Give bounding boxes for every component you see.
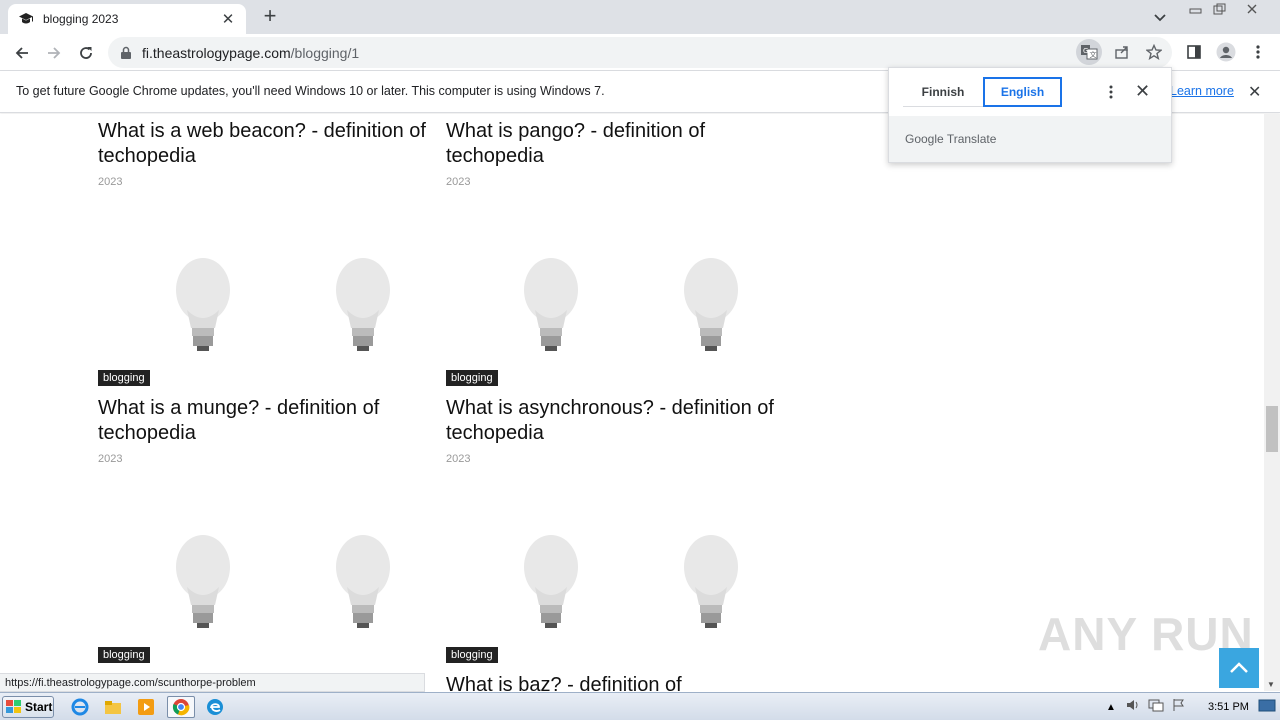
- chevron-up-icon: [1230, 662, 1248, 673]
- lightbulbs-image[interactable]: [521, 531, 741, 631]
- lock-icon[interactable]: [120, 46, 134, 60]
- profile-avatar-icon[interactable]: [1213, 39, 1239, 65]
- tab-close-icon[interactable]: ✕: [220, 10, 236, 28]
- restore-icon[interactable]: [1208, 1, 1232, 17]
- article-title[interactable]: What is a munge? - definition of techope…: [98, 396, 443, 446]
- infobar-message: To get future Google Chrome updates, you…: [16, 84, 605, 98]
- translate-popup: Finnish English ✕ Google Translate: [888, 67, 1172, 163]
- article-card[interactable]: blogging What is baz? - definition of: [446, 531, 791, 691]
- menu-kebab-icon[interactable]: [1245, 39, 1271, 65]
- category-badge[interactable]: blogging: [98, 647, 150, 663]
- tab-finnish[interactable]: Finnish: [903, 77, 983, 107]
- article-title[interactable]: What is a web beacon? - definition of te…: [98, 119, 443, 169]
- reload-icon[interactable]: [73, 40, 99, 66]
- browser-toolbar: fi.theastrologypage.com/blogging/1 G文: [0, 34, 1280, 71]
- article-card[interactable]: blogging: [98, 531, 443, 663]
- forward-arrow-icon[interactable]: [41, 40, 67, 66]
- close-window-icon[interactable]: [1232, 1, 1272, 17]
- edge-icon[interactable]: [203, 696, 227, 718]
- browser-tab[interactable]: blogging 2023 ✕: [8, 4, 246, 34]
- article-title[interactable]: What is baz? - definition of: [446, 673, 791, 691]
- lightbulbs-image[interactable]: [173, 531, 393, 631]
- article-card[interactable]: blogging What is asynchronous? - definit…: [446, 254, 791, 465]
- taskbar-clock[interactable]: 3:51 PM: [1208, 701, 1249, 713]
- side-panel-icon[interactable]: [1181, 39, 1207, 65]
- page-scrollbar[interactable]: ▼: [1264, 114, 1280, 691]
- svg-text:G: G: [1083, 47, 1088, 55]
- status-bar-url: https://fi.theastrologypage.com/scunthor…: [0, 673, 425, 692]
- new-tab-button[interactable]: +: [258, 5, 282, 29]
- scrollbar-thumb[interactable]: [1266, 406, 1278, 452]
- action-center-flag-icon[interactable]: [1172, 698, 1186, 717]
- back-to-top-button[interactable]: [1219, 648, 1259, 688]
- article-year: 2023: [446, 176, 471, 188]
- share-icon[interactable]: [1109, 39, 1135, 65]
- lightbulbs-image[interactable]: [173, 254, 393, 354]
- article-title[interactable]: What is pango? - definition of techopedi…: [446, 119, 791, 169]
- start-label: Start: [25, 700, 53, 714]
- translate-icon[interactable]: G文: [1076, 39, 1102, 65]
- lightbulbs-image[interactable]: [521, 254, 741, 354]
- article-year: 2023: [446, 453, 471, 465]
- show-desktop-icon[interactable]: [1258, 698, 1276, 716]
- tab-search-icon[interactable]: [1150, 7, 1170, 27]
- translate-close-icon[interactable]: ✕: [1135, 81, 1150, 102]
- windows-logo-icon: [6, 700, 21, 713]
- network-icon[interactable]: [1148, 698, 1164, 717]
- category-badge[interactable]: blogging: [446, 647, 498, 663]
- article-title[interactable]: What is asynchronous? - definition of te…: [446, 396, 791, 446]
- translate-footer: Google Translate: [889, 116, 1171, 162]
- back-arrow-icon[interactable]: [9, 40, 35, 66]
- tray-expand-icon[interactable]: ▲: [1106, 702, 1116, 713]
- tab-english[interactable]: English: [983, 77, 1062, 107]
- language-tabs: Finnish English: [903, 77, 1062, 107]
- windows-taskbar: Start ▲ 3:51 PM: [0, 692, 1280, 720]
- article-year: 2023: [98, 176, 123, 188]
- article-year: 2023: [98, 453, 123, 465]
- learn-more-link[interactable]: Learn more: [1170, 84, 1234, 98]
- system-tray: ▲: [1106, 697, 1186, 717]
- page-content: What is a web beacon? - definition of te…: [0, 114, 1264, 691]
- bookmark-star-icon[interactable]: [1141, 39, 1167, 65]
- start-button[interactable]: Start: [2, 696, 54, 718]
- internet-explorer-icon[interactable]: [68, 696, 92, 718]
- category-badge[interactable]: blogging: [446, 370, 498, 386]
- url-text: fi.theastrologypage.com/blogging/1: [142, 44, 360, 61]
- svg-text:文: 文: [1090, 50, 1097, 59]
- scroll-down-arrow-icon[interactable]: ▼: [1267, 680, 1275, 689]
- category-badge[interactable]: blogging: [98, 370, 150, 386]
- address-bar[interactable]: fi.theastrologypage.com/blogging/1: [108, 37, 1172, 68]
- tab-title: blogging 2023: [43, 12, 119, 26]
- graduation-cap-icon: [18, 11, 34, 27]
- file-explorer-icon[interactable]: [101, 696, 125, 718]
- chrome-icon[interactable]: [167, 696, 195, 718]
- translate-options-icon[interactable]: [1103, 82, 1119, 102]
- infobar-close-icon[interactable]: ✕: [1248, 82, 1261, 102]
- volume-icon[interactable]: [1126, 698, 1140, 717]
- article-card[interactable]: What is a web beacon? - definition of te…: [98, 119, 443, 188]
- tab-strip: blogging 2023 ✕ +: [0, 0, 1280, 34]
- article-card[interactable]: blogging What is a munge? - definition o…: [98, 254, 443, 465]
- minimize-icon[interactable]: [1184, 1, 1208, 17]
- media-player-icon[interactable]: [134, 696, 158, 718]
- article-card[interactable]: What is pango? - definition of techopedi…: [446, 119, 791, 188]
